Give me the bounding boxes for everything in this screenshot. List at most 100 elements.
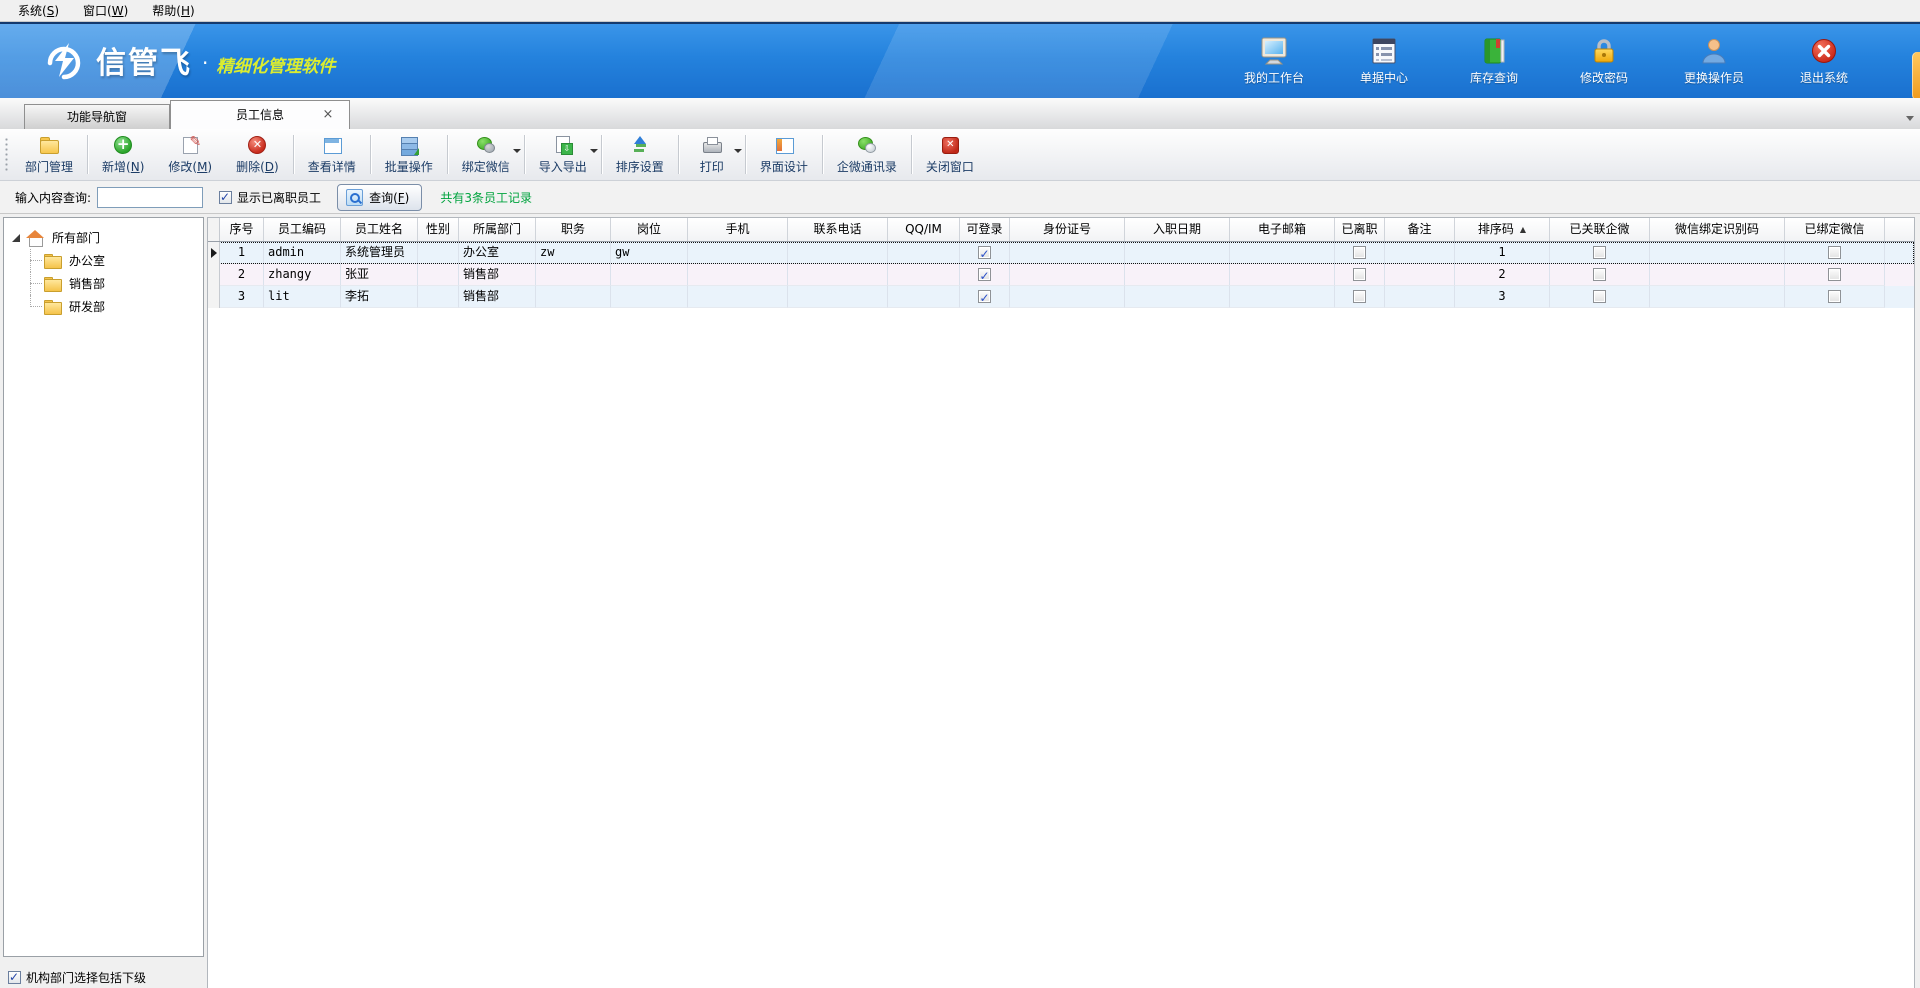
column-header-resigned[interactable]: 已离职 xyxy=(1335,218,1385,241)
cell-code[interactable]: zhangy xyxy=(264,264,341,286)
cell-duty[interactable] xyxy=(536,286,611,308)
qw_linked-checkbox[interactable] xyxy=(1593,246,1606,259)
column-header-wechat_bound[interactable]: 已绑定微信 xyxy=(1785,218,1885,241)
cell-qw_linked[interactable] xyxy=(1550,286,1650,308)
menu-window[interactable]: 窗口(W) xyxy=(71,0,140,21)
cell-name[interactable]: 李拓 xyxy=(341,286,418,308)
cell-dept[interactable]: 销售部 xyxy=(459,264,536,286)
cell-qw_linked[interactable] xyxy=(1550,242,1650,264)
change-password-button[interactable]: 修改密码 xyxy=(1562,36,1646,86)
toolbar-button-delete[interactable]: 删除(D) xyxy=(224,129,291,180)
menu-help[interactable]: 帮助(H) xyxy=(140,0,206,21)
toolbar-button-wechat[interactable]: 绑定微信 xyxy=(450,129,522,180)
cell-mobile[interactable] xyxy=(688,242,788,264)
dropdown-arrow-icon[interactable] xyxy=(734,149,742,153)
menu-system[interactable]: 系统(S) xyxy=(6,0,71,21)
column-header-wechat_bind_id[interactable]: 微信绑定识别码 xyxy=(1650,218,1785,241)
column-header-qw_linked[interactable]: 已关联企微 xyxy=(1550,218,1650,241)
wechat_bound-checkbox[interactable] xyxy=(1828,268,1841,281)
resigned-checkbox[interactable] xyxy=(1353,268,1366,281)
cell-dept[interactable]: 办公室 xyxy=(459,242,536,264)
can_login-checkbox[interactable] xyxy=(978,268,991,281)
cell-gender[interactable] xyxy=(418,264,459,286)
toolbar-button-close-window[interactable]: 关闭窗口 xyxy=(914,129,986,180)
table-row[interactable]: 1admin系统管理员办公室zwgw1 xyxy=(208,242,1914,264)
qw_linked-checkbox[interactable] xyxy=(1593,268,1606,281)
cell-qq[interactable] xyxy=(888,242,960,264)
tree-node-department[interactable]: 销售部 xyxy=(4,272,203,295)
column-header-can_login[interactable]: 可登录 xyxy=(960,218,1010,241)
column-header-code[interactable]: 员工编码 xyxy=(264,218,341,241)
cell-wechat_bind_id[interactable] xyxy=(1650,264,1785,286)
tab-employee-info[interactable]: 员工信息 × xyxy=(170,100,350,129)
column-header-hire_date[interactable]: 入职日期 xyxy=(1125,218,1230,241)
cell-name[interactable]: 张亚 xyxy=(341,264,418,286)
toolbar-button-design[interactable]: 界面设计 xyxy=(748,129,820,180)
inventory-query-button[interactable]: 库存查询 xyxy=(1452,36,1536,86)
cell-phone[interactable] xyxy=(788,286,888,308)
cell-hire_date[interactable] xyxy=(1125,242,1230,264)
cell-can_login[interactable] xyxy=(960,264,1010,286)
cell-post[interactable]: gw xyxy=(611,242,688,264)
cell-remark[interactable] xyxy=(1385,242,1455,264)
cell-hire_date[interactable] xyxy=(1125,286,1230,308)
cell-wechat_bind_id[interactable] xyxy=(1650,242,1785,264)
dropdown-arrow-icon[interactable] xyxy=(513,149,521,153)
cell-seq[interactable]: 2 xyxy=(220,264,264,286)
search-input[interactable] xyxy=(97,187,203,208)
cell-can_login[interactable] xyxy=(960,286,1010,308)
column-header-gender[interactable]: 性别 xyxy=(418,218,459,241)
cell-mobile[interactable] xyxy=(688,264,788,286)
column-header-phone[interactable]: 联系电话 xyxy=(788,218,888,241)
cell-id_no[interactable] xyxy=(1010,264,1125,286)
wechat_bound-checkbox[interactable] xyxy=(1828,290,1841,303)
tree-node-department[interactable]: 办公室 xyxy=(4,249,203,272)
cell-seq[interactable]: 1 xyxy=(220,242,264,264)
toolbar-button-detail[interactable]: 查看详情 xyxy=(296,129,368,180)
query-button[interactable]: 查询(F) xyxy=(337,184,422,211)
cell-name[interactable]: 系统管理员 xyxy=(341,242,418,264)
tree-node-department[interactable]: 研发部 xyxy=(4,295,203,318)
can_login-checkbox[interactable] xyxy=(978,246,991,259)
tab-close-icon[interactable]: × xyxy=(321,108,335,122)
cell-remark[interactable] xyxy=(1385,286,1455,308)
cell-gender[interactable] xyxy=(418,286,459,308)
cell-sort_code[interactable]: 1 xyxy=(1455,242,1550,264)
cell-qq[interactable] xyxy=(888,264,960,286)
cell-code[interactable]: lit xyxy=(264,286,341,308)
cell-email[interactable] xyxy=(1230,242,1335,264)
cell-wechat_bind_id[interactable] xyxy=(1650,286,1785,308)
cell-wechat_bound[interactable] xyxy=(1785,242,1885,264)
exit-system-button[interactable]: 退出系统 xyxy=(1782,36,1866,86)
tree-node-all-departments[interactable]: 所有部门 xyxy=(4,226,203,249)
cell-post[interactable] xyxy=(611,264,688,286)
cell-gender[interactable] xyxy=(418,242,459,264)
cell-seq[interactable]: 3 xyxy=(220,286,264,308)
include-sub-departments-checkbox[interactable] xyxy=(8,971,21,984)
cell-duty[interactable] xyxy=(536,264,611,286)
cell-qq[interactable] xyxy=(888,286,960,308)
cell-qw_linked[interactable] xyxy=(1550,264,1650,286)
tab-nav-window[interactable]: 功能导航窗 xyxy=(24,104,170,129)
column-header-id_no[interactable]: 身份证号 xyxy=(1010,218,1125,241)
cell-mobile[interactable] xyxy=(688,286,788,308)
can_login-checkbox[interactable] xyxy=(978,290,991,303)
cell-resigned[interactable] xyxy=(1335,286,1385,308)
cell-phone[interactable] xyxy=(788,242,888,264)
toolbar-button-add[interactable]: 新增(N) xyxy=(90,129,156,180)
cell-id_no[interactable] xyxy=(1010,242,1125,264)
tab-more-chevron-icon[interactable] xyxy=(1906,116,1914,121)
wechat_bound-checkbox[interactable] xyxy=(1828,246,1841,259)
cell-resigned[interactable] xyxy=(1335,264,1385,286)
cell-phone[interactable] xyxy=(788,264,888,286)
column-header-sort_code[interactable]: 排序码▲ xyxy=(1455,218,1550,241)
documents-center-button[interactable]: 单据中心 xyxy=(1342,36,1426,86)
switch-operator-button[interactable]: 更换操作员 xyxy=(1672,36,1756,86)
toolbar-grip[interactable] xyxy=(4,137,9,172)
column-header-remark[interactable]: 备注 xyxy=(1385,218,1455,241)
table-row[interactable]: 3lit李拓销售部3 xyxy=(208,286,1914,308)
workbench-button[interactable]: 我的工作台 xyxy=(1232,36,1316,86)
toolbar-button-folder[interactable]: 部门管理 xyxy=(13,129,85,180)
cell-code[interactable]: admin xyxy=(264,242,341,264)
qw_linked-checkbox[interactable] xyxy=(1593,290,1606,303)
